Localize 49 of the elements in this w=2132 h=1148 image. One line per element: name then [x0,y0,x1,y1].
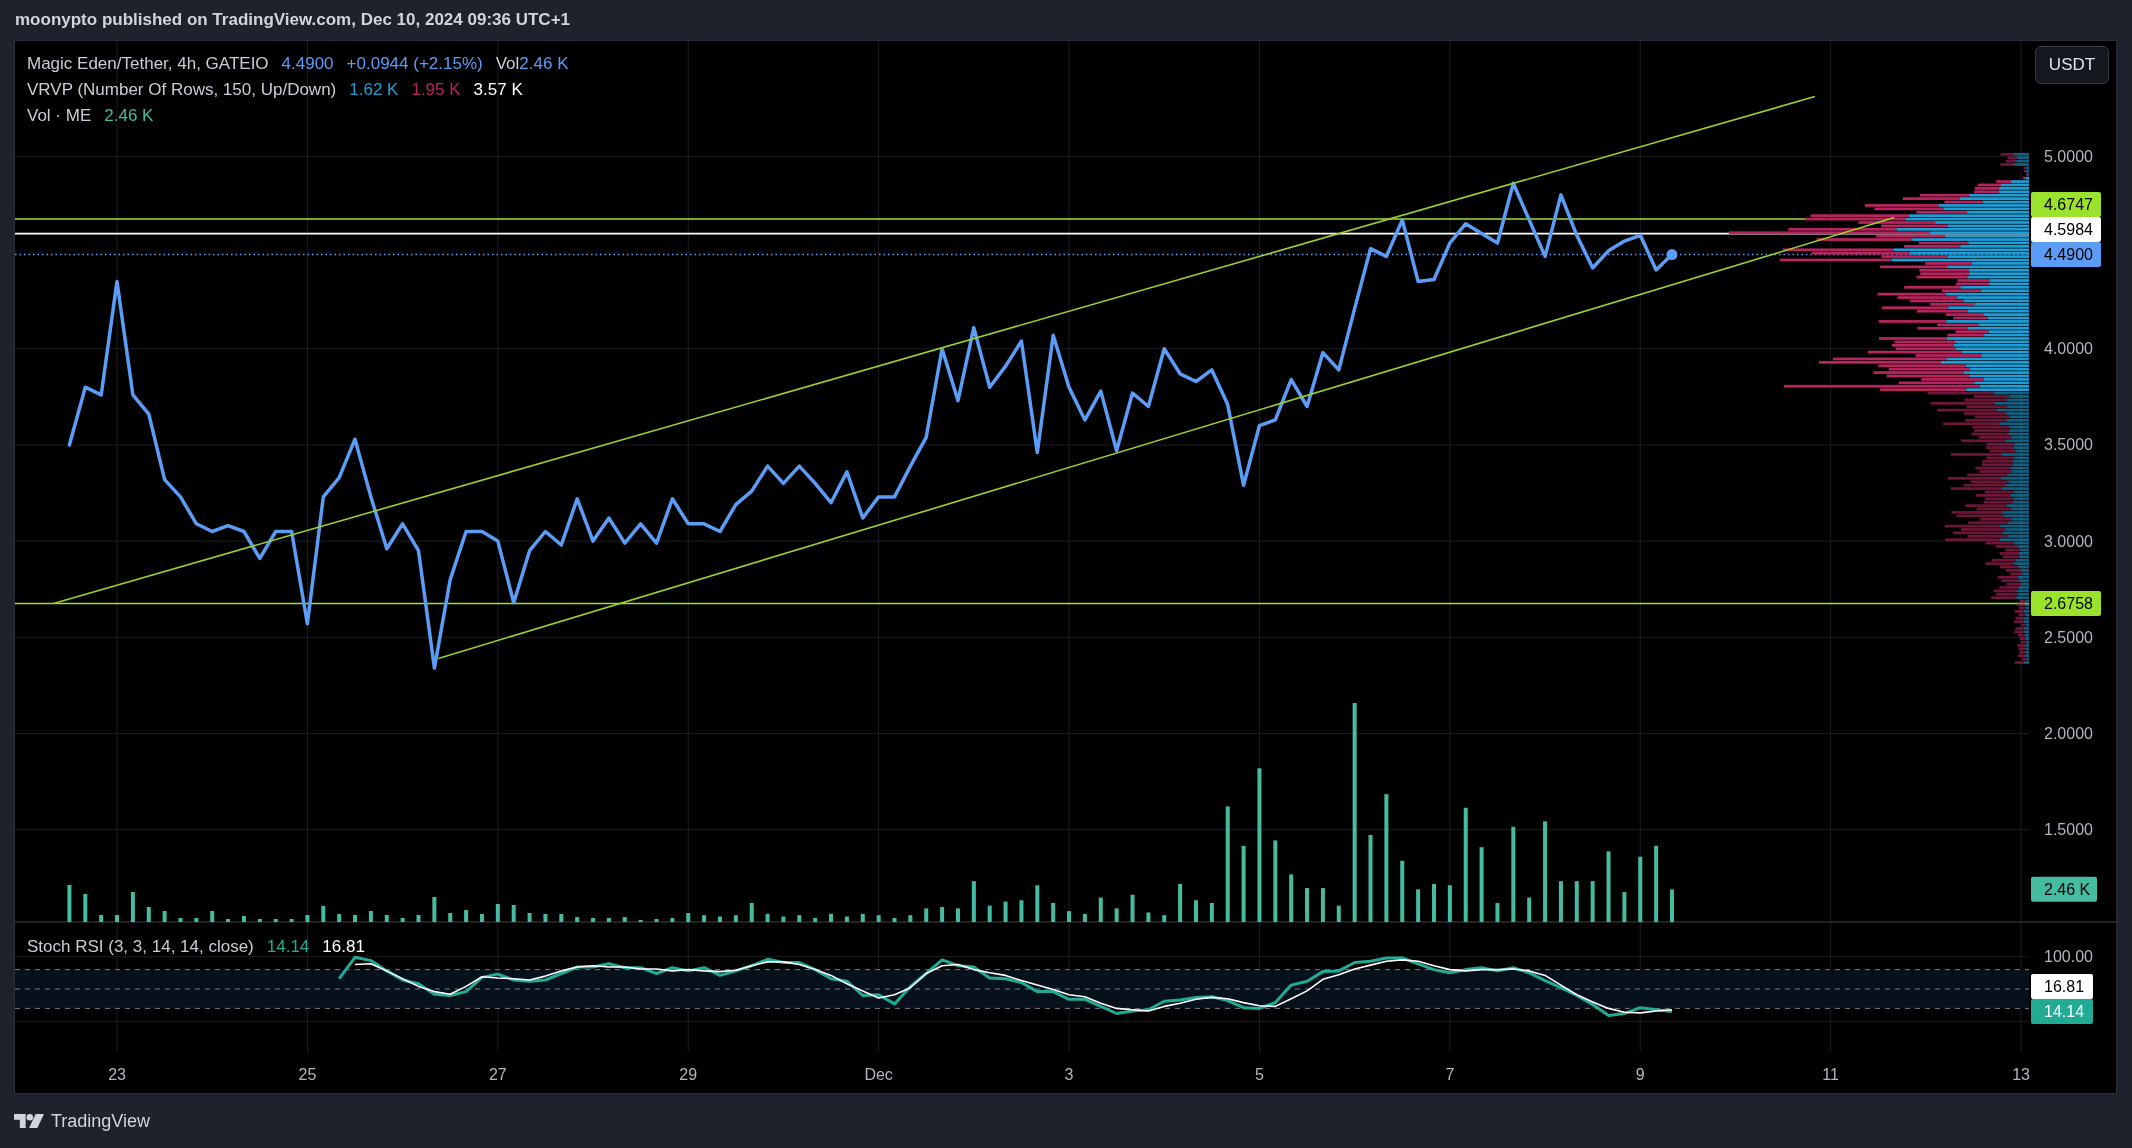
ref-line-label: 4.6747 [2044,196,2094,214]
stoch-axis-label: 100.00 [2044,948,2093,966]
legend-title: Vol · ME [27,106,92,126]
last-price-dot-icon [1666,249,1678,260]
ref-line-label: 4.4900 [2044,246,2094,264]
legend-label: Vol [495,54,520,74]
legend-title: Magic Eden/Tether, 4h, GATEIO [27,54,269,74]
price-axis-label: 4.0000 [2044,340,2093,358]
brand-name: TradingView [51,1110,151,1132]
legend-value: 2.46 K [519,54,569,74]
time-axis-label: 11 [1822,1065,1839,1083]
price-level-tag: 4.5984 [2031,217,2101,242]
legend-value: +0.0944 (+2.15%) [346,54,483,74]
publish-info: moonypto published on TradingView.com, Dec 10, 2024 09:36 UTC+1 [15,10,570,30]
price-axis-label: 3.0000 [2044,532,2093,550]
price-axis-label: 3.5000 [2044,436,2093,454]
price-level-tag: 2.6758 [2031,591,2101,616]
ref-line-label: 4.5984 [2044,221,2094,239]
legend-value: 1.95 K [411,80,461,100]
legend-title: VRVP (Number Of Rows, 150, Up/Down) [27,80,337,100]
logo-icon [14,1113,44,1129]
legend-value: 4.4900 [281,54,334,74]
time-axis-label: 5 [1255,1065,1264,1083]
price-axis-label: 2.0000 [2044,725,2093,742]
legend-value: 14.14 [266,937,310,957]
legend-value: 2.46 K [104,106,154,126]
volume-tag: 2.46 K [2031,876,2097,902]
price-axis-label: 2.5000 [2044,628,2093,646]
ref-line-label: 2.6758 [2044,594,2094,612]
legend-title: Stoch RSI (3, 3, 14, 14, close) [27,937,254,957]
currency-button[interactable]: USDT [2035,46,2109,84]
time-axis-label: 27 [488,1065,507,1083]
time-axis-label: 3 [1064,1065,1074,1083]
time-axis-label: 23 [108,1065,126,1083]
legend-value: 16.81 [322,937,365,957]
last-price-tag: 4.4900 [2031,242,2101,267]
price-axis-label: 5.0000 [2044,147,2093,165]
price-level-tag: 4.6747 [2031,192,2101,217]
time-axis-label: 7 [1445,1065,1455,1083]
time-axis-label: 9 [1635,1065,1645,1083]
stoch-value-tag: 14.14 [2031,999,2093,1025]
price-axis-label: 1.5000 [2044,821,2093,839]
time-axis-label: 13 [2012,1065,2030,1083]
time-axis-label: Dec [864,1065,893,1083]
time-axis-label: 29 [679,1065,698,1083]
legend-value: 1.62 K [349,80,399,100]
stoch-value-tag: 16.81 [2031,974,2093,1000]
time-axis-label: 25 [298,1065,317,1083]
legend-value: 3.57 K [473,80,523,100]
